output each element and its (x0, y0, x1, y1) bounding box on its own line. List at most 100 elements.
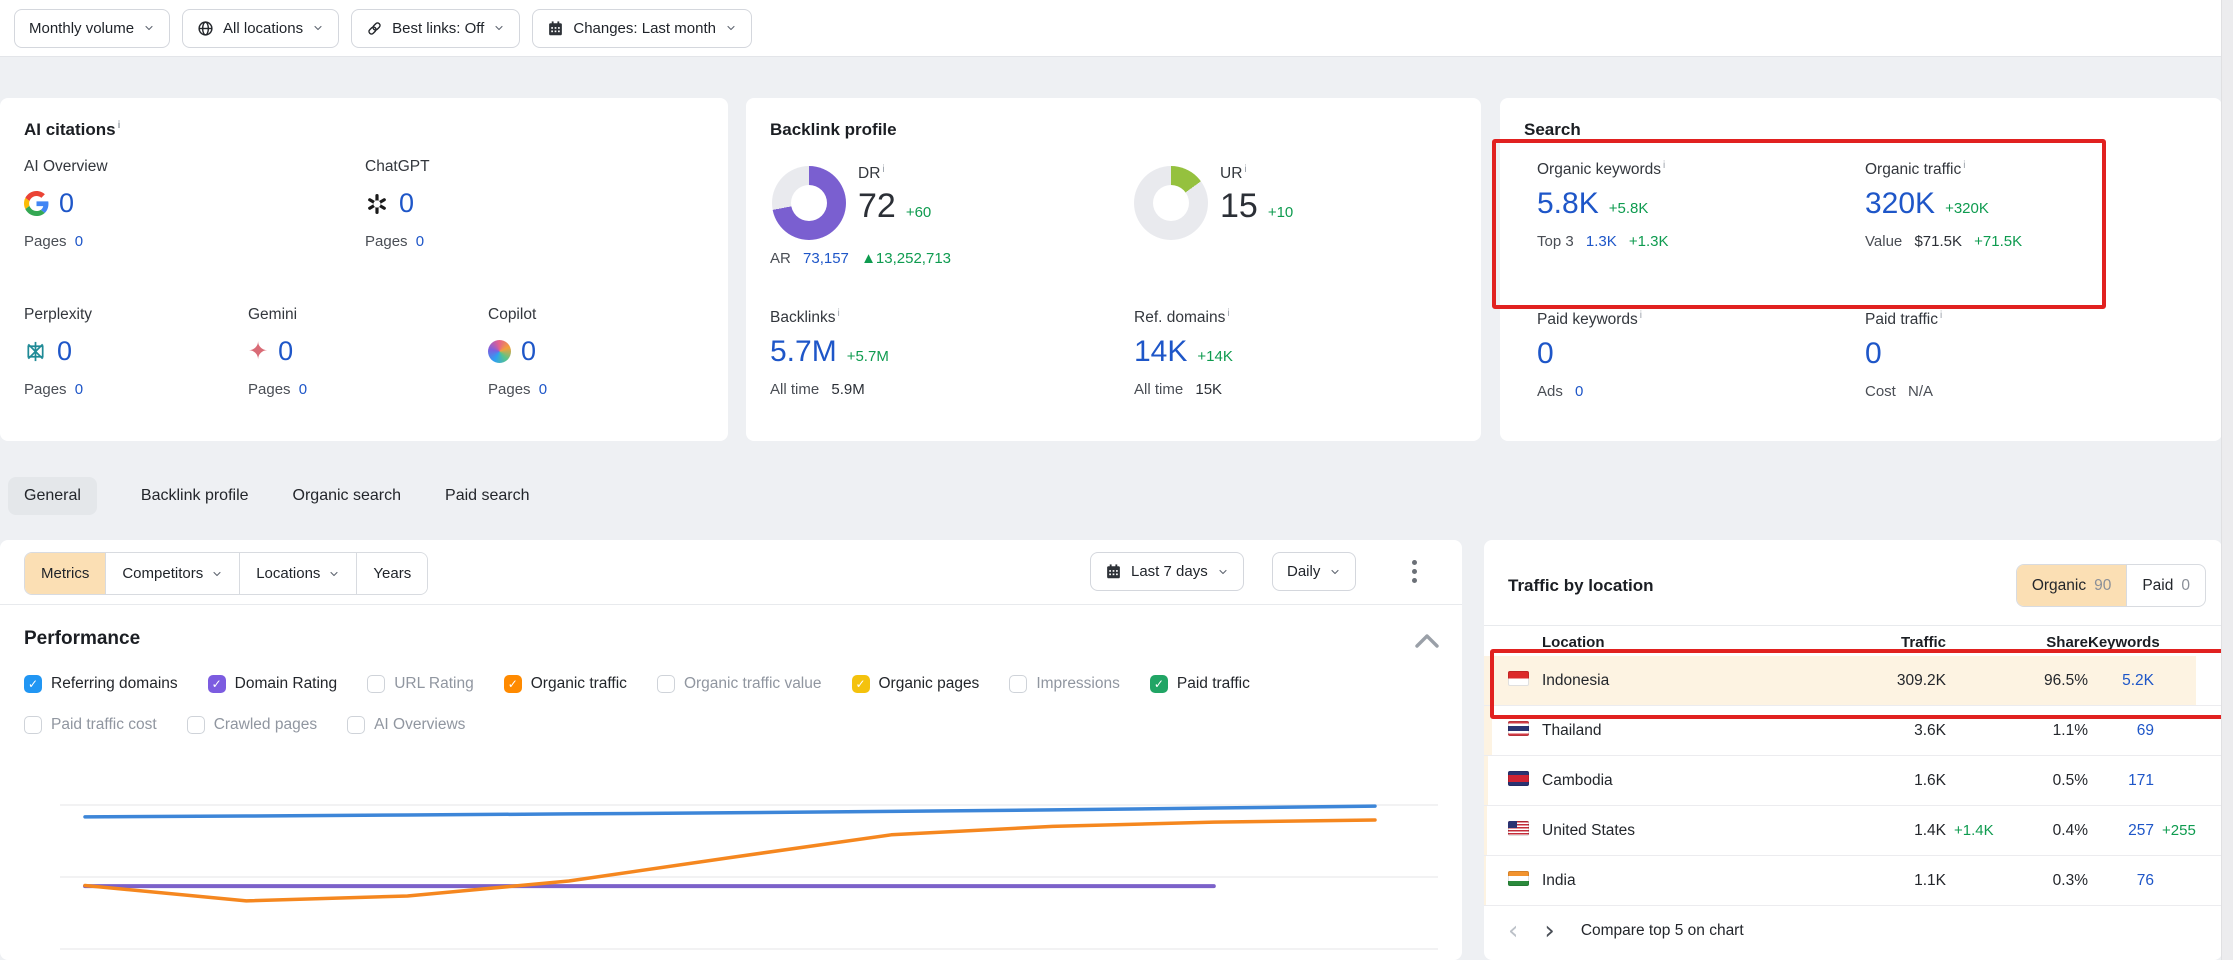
monthly-volume-label: Monthly volume (29, 20, 134, 37)
best-links-filter[interactable]: Best links: Off (351, 9, 520, 48)
ai-source-name: ChatGPT (365, 158, 430, 176)
perplexity-icon (24, 340, 47, 363)
organic-paid-toggle: Organic 90 Paid 0 (2016, 564, 2206, 607)
organic-keywords-label: Organic keywordsi (1537, 160, 1669, 179)
keywords-link[interactable]: 171 (2088, 772, 2154, 790)
dr-value: 72 (858, 187, 896, 226)
paid-keywords-value[interactable]: 0 (1537, 337, 1554, 370)
ai-pages-line: Pages 0 (248, 381, 307, 398)
page-scrollbar[interactable] (2221, 0, 2233, 960)
paid-keywords-block: Paid keywordsi 0 Ads 0 (1537, 310, 1642, 400)
ai-pages-link[interactable]: 0 (299, 381, 307, 398)
traffic-value: 3.6K (1850, 722, 1946, 740)
link-icon (366, 20, 383, 37)
ai-cell-chatgpt: ChatGPT0Pages 0 (365, 158, 430, 250)
domain-rating-donut (772, 166, 846, 240)
ai-cell-ai-overview: AI Overview0Pages 0 (24, 158, 108, 250)
organic-traffic-block: Organic traffici 320K +320K Value $71.5K… (1865, 160, 2022, 250)
ai-citations-value[interactable]: 0 (521, 336, 536, 367)
chart-line-organic-traffic (85, 820, 1375, 901)
organic-keywords-value[interactable]: 5.8K (1537, 187, 1599, 221)
col-traffic: Traffic (1850, 634, 1946, 651)
dashboard: Monthly volume All locations Best links:… (0, 0, 2233, 960)
chevron-down-icon (493, 22, 505, 34)
ar-value-link[interactable]: 73,157 (803, 250, 849, 267)
share-value: 0.5% (2004, 772, 2088, 790)
tab-organic-search[interactable]: Organic search (293, 477, 402, 515)
copilot-icon (488, 340, 511, 363)
chevron-down-icon (725, 22, 737, 34)
ai-pages-link[interactable]: 0 (539, 381, 547, 398)
next-page-arrow[interactable]: › (1544, 918, 1554, 944)
traffic-row-indonesia[interactable]: Indonesia309.2K96.5%5.2K (1484, 656, 2222, 706)
tab-general[interactable]: General (8, 477, 97, 515)
changes-filter[interactable]: Changes: Last month (532, 9, 752, 48)
paid-keywords-label: Paid keywordsi (1537, 310, 1642, 329)
ai-source-name: Copilot (488, 306, 547, 324)
ai-source-name: Perplexity (24, 306, 92, 324)
organic-traffic-change: +320K (1945, 200, 1989, 217)
indonesia-flag-icon (1508, 671, 1529, 686)
traffic-table-footer: ‹ › Compare top 5 on chart (1508, 918, 1744, 944)
search-panel: Search Organic keywordsi 5.8K +5.8K Top … (1500, 98, 2222, 441)
ai-source-name: Gemini (248, 306, 307, 324)
ai-citations-value[interactable]: 0 (59, 188, 74, 219)
col-keywords: Keywords (2088, 634, 2154, 651)
us-flag-icon (1508, 821, 1529, 836)
ads-value-link[interactable]: 0 (1575, 383, 1583, 400)
share-background-bar (1484, 706, 1492, 755)
keywords-change: +255 (2154, 822, 2206, 839)
backlinks-alltime: All time 5.9M (770, 381, 889, 398)
traffic-row-thailand[interactable]: Thailand3.6K1.1%69 (1484, 706, 2222, 756)
gemini-icon: ✦ (248, 340, 268, 364)
ai-cell-gemini: Gemini✦0Pages 0 (248, 306, 307, 398)
tab-paid-search[interactable]: Paid search (445, 477, 530, 515)
ref-domains-value[interactable]: 14K (1134, 335, 1187, 369)
ai-pages-link[interactable]: 0 (416, 233, 424, 250)
top3-value-link[interactable]: 1.3K (1586, 233, 1617, 250)
organic-traffic-value[interactable]: 320K (1865, 187, 1935, 221)
performance-line-chart (0, 540, 1462, 960)
ai-pages-link[interactable]: 0 (75, 233, 83, 250)
share-value: 96.5% (2004, 672, 2088, 690)
compare-top5-button[interactable]: Compare top 5 on chart (1581, 922, 1744, 940)
traffic-value: 1.1K (1850, 872, 1946, 890)
traffic-row-cambodia[interactable]: Cambodia1.6K 0.5%171 (1484, 756, 2222, 806)
toggle-organic[interactable]: Organic 90 (2017, 565, 2127, 606)
globe-icon (197, 20, 214, 37)
traffic-row-united-states[interactable]: United States1.4K+1.4K0.4%257+255 (1484, 806, 2222, 856)
locations-filter[interactable]: All locations (182, 9, 339, 48)
ai-citations-value[interactable]: 0 (57, 336, 72, 367)
ai-citations-value[interactable]: 0 (278, 336, 293, 367)
organic-keywords-change: +5.8K (1609, 200, 1649, 217)
google-icon (24, 191, 49, 216)
dr-change: +60 (906, 204, 931, 221)
prev-page-arrow[interactable]: ‹ (1508, 918, 1518, 944)
keywords-link[interactable]: 257 (2088, 822, 2154, 840)
chevron-down-icon (312, 22, 324, 34)
top-toolbar: Monthly volume All locations Best links:… (0, 0, 2233, 57)
paid-traffic-value[interactable]: 0 (1865, 337, 1882, 370)
toggle-paid[interactable]: Paid 0 (2126, 565, 2205, 606)
ai-citations-value[interactable]: 0 (399, 188, 414, 219)
chart-line-referring-domains (85, 806, 1375, 817)
ref-domains-change: +14K (1197, 348, 1232, 365)
backlinks-value[interactable]: 5.7M (770, 335, 837, 369)
report-tabs: General Backlink profile Organic search … (8, 470, 530, 522)
ar-change: ▲13,252,713 (861, 250, 951, 267)
ur-label: URi (1220, 164, 1293, 183)
monthly-volume-filter[interactable]: Monthly volume (14, 9, 170, 48)
tab-backlink-profile[interactable]: Backlink profile (141, 477, 249, 515)
traffic-row-india[interactable]: India1.1K0.3%76 (1484, 856, 2222, 906)
info-icon: i (118, 120, 121, 131)
keywords-link[interactable]: 76 (2088, 872, 2154, 890)
ai-source-name: AI Overview (24, 158, 108, 176)
ai-pages-link[interactable]: 0 (75, 381, 83, 398)
top3-line: Top 3 1.3K +1.3K (1537, 233, 1669, 250)
chevron-down-icon (143, 22, 155, 34)
backlinks-label: Backlinksi (770, 308, 889, 327)
traffic-value: 1.6K (1850, 772, 1946, 790)
keywords-link[interactable]: 5.2K (2088, 672, 2154, 690)
keywords-link[interactable]: 69 (2088, 722, 2154, 740)
location-name: Cambodia (1542, 772, 1850, 790)
